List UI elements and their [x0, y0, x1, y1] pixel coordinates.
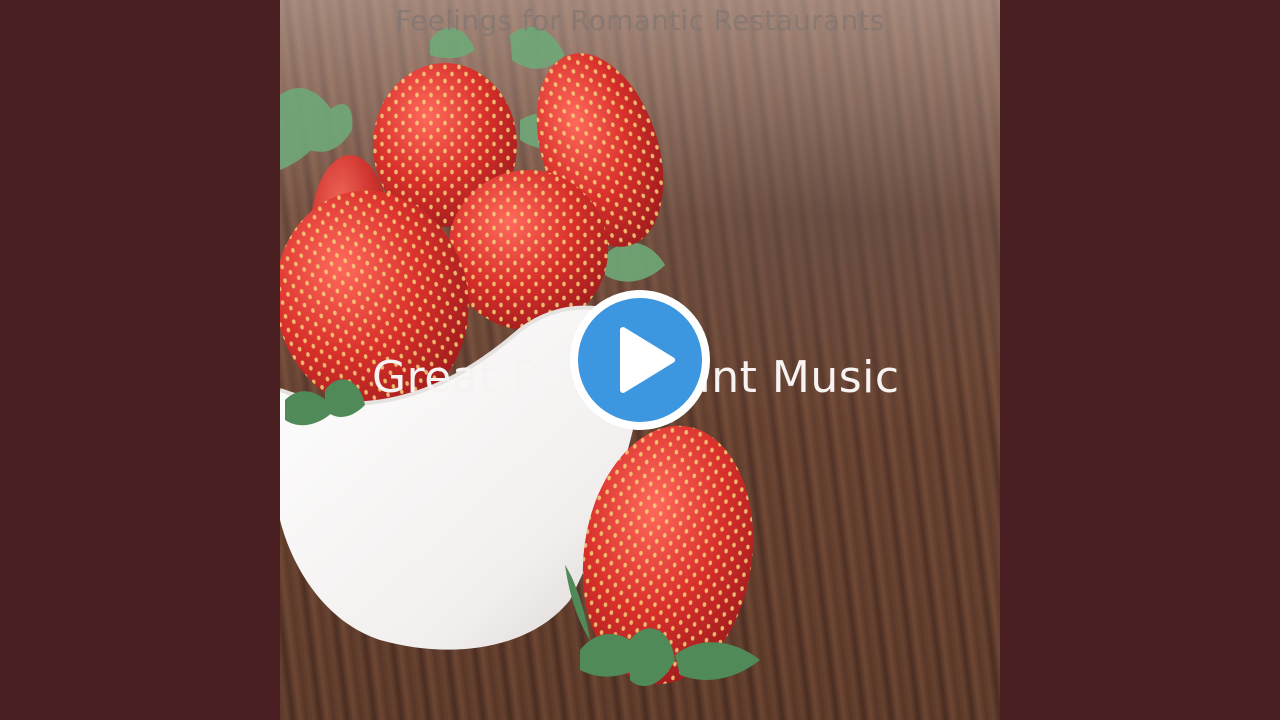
video-stage[interactable]: Feelings for Romantic Restaurants Great …: [0, 0, 1280, 720]
play-icon: [570, 290, 710, 430]
album-title: Feelings for Romantic Restaurants: [395, 4, 885, 37]
play-button[interactable]: [568, 288, 712, 432]
